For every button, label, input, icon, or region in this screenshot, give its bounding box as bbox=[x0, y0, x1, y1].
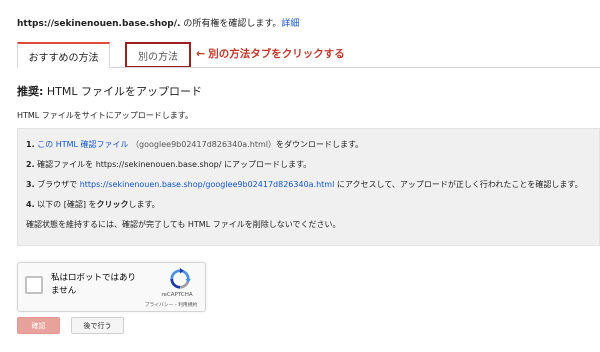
step-1: 1. この HTML 確認ファイル （googlee9b02417d826340… bbox=[26, 140, 364, 149]
confirm-button[interactable]: 確認 bbox=[17, 317, 60, 334]
intro-text: の所有権を確認します。 bbox=[180, 19, 282, 29]
heading-prefix: 推奨: bbox=[17, 85, 44, 98]
tab-alternate[interactable]: 別の方法 bbox=[125, 42, 191, 68]
later-button[interactable]: 後で行う bbox=[71, 317, 124, 334]
details-link[interactable]: 詳細 bbox=[281, 19, 299, 29]
left-arrow-icon: ← bbox=[196, 47, 206, 60]
recaptcha-brand: reCAPTCHA bbox=[161, 292, 193, 298]
instructions-panel: 1. この HTML 確認ファイル （googlee9b02417d826340… bbox=[17, 128, 600, 246]
heading-text: HTML ファイルをアップロード bbox=[43, 85, 203, 98]
recaptcha-label: 私はロボットではありません bbox=[51, 273, 137, 296]
method-description: HTML ファイルをサイトにアップロードします。 bbox=[17, 111, 194, 120]
recaptcha-privacy-terms[interactable]: プライバシー - 利用規約 bbox=[136, 301, 206, 308]
step-3: 3. ブラウザで https://sekinenouen.base.shop/g… bbox=[26, 180, 583, 189]
step-2: 2. 確認ファイルを https://sekinenouen.base.shop… bbox=[26, 160, 312, 169]
annotation-text: 別の方法タブをクリックする bbox=[208, 48, 345, 60]
annotation-callout: ← 別の方法タブをクリックする bbox=[196, 46, 345, 61]
keep-file-note: 確認状態を維持するには、確認が完了しても HTML ファイルを削除しないでくださ… bbox=[26, 220, 341, 229]
site-domain: https://sekinenouen.base.shop/. bbox=[17, 19, 181, 29]
step-4: 4. 以下の [確認] をクリックします。 bbox=[26, 200, 160, 209]
download-file-link[interactable]: この HTML 確認ファイル bbox=[37, 140, 128, 149]
page-heading: 推奨: HTML ファイルをアップロード bbox=[17, 83, 202, 99]
verification-url-link[interactable]: https://sekinenouen.base.shop/googlee9b0… bbox=[80, 180, 335, 189]
ownership-intro: https://sekinenouen.base.shop/. の所有権を確認し… bbox=[17, 16, 299, 29]
recaptcha-checkbox[interactable] bbox=[25, 276, 43, 294]
verification-filename: （googlee9b02417d826340a.html） bbox=[131, 140, 276, 149]
tab-recommended[interactable]: おすすめの方法 bbox=[17, 42, 110, 68]
recaptcha-logo-icon bbox=[170, 268, 191, 289]
recaptcha-widget: 私はロボットではありません reCAPTCHA プライバシー - 利用規約 bbox=[17, 262, 206, 312]
